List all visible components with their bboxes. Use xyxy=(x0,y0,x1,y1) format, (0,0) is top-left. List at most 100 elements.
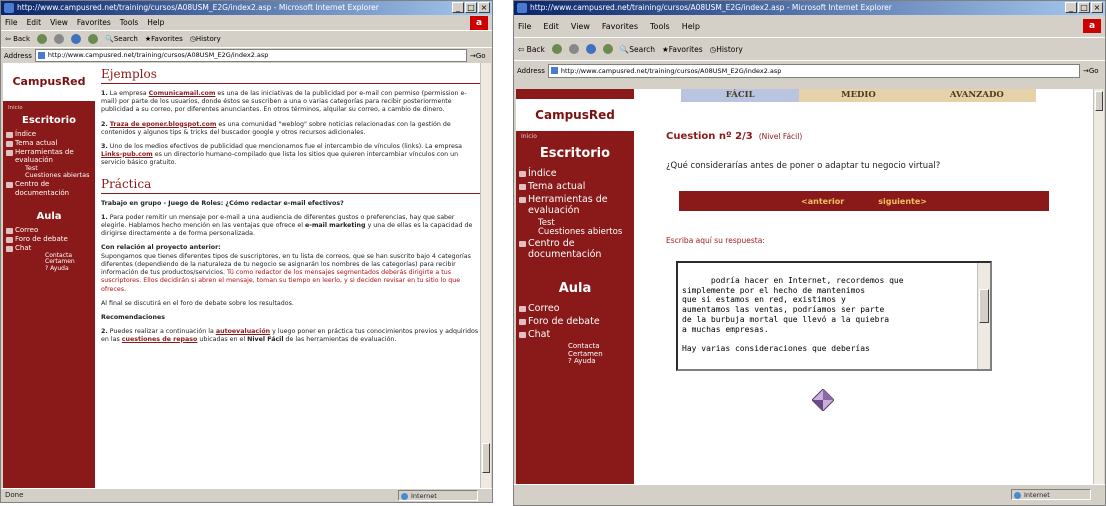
menu-tools[interactable]: Tools xyxy=(120,18,138,27)
menu-file[interactable]: File xyxy=(5,18,18,27)
ejemplo-3: 3. Uno de los medios efectivos de public… xyxy=(101,142,463,166)
left-sidebar: Inicio Escritorio Índice Tema actual Her… xyxy=(3,101,95,489)
sidebar-item-centro[interactable]: Centro de documentación xyxy=(3,180,95,197)
forward-icon[interactable] xyxy=(551,44,562,54)
recomendaciones-title: Recomendaciones xyxy=(101,313,165,321)
link-autoevaluacion[interactable]: autoevaluación xyxy=(216,328,270,335)
sidebar-item-chat[interactable]: Chat xyxy=(516,329,634,341)
stop-icon[interactable] xyxy=(54,34,65,44)
chat-icon xyxy=(6,245,13,252)
sidebar-item-cuestiones[interactable]: Cuestiones abiertas xyxy=(3,172,95,179)
menu-favorites[interactable]: Favorites xyxy=(602,22,638,31)
minimize-button[interactable]: _ xyxy=(1065,2,1077,13)
next-question-link[interactable]: siguiente> xyxy=(878,197,927,206)
trabajo-title: Trabajo en grupo - Juego de Roles: ¿Cómo… xyxy=(101,200,344,208)
menu-view[interactable]: View xyxy=(571,22,590,31)
sidebar-inicio[interactable]: Inicio xyxy=(3,101,95,111)
sidebar-item-tema[interactable]: Tema actual xyxy=(3,139,95,148)
sidebar-item-herramientas[interactable]: Herramientas de evaluación xyxy=(3,148,95,164)
right-scrollbar[interactable] xyxy=(1093,89,1104,484)
right-title-bar: http://www.campusred.net/training/cursos… xyxy=(514,1,1105,15)
link-comunicamail[interactable]: Comunicamail.com xyxy=(149,90,216,97)
answer-scroll-thumb[interactable] xyxy=(979,289,989,323)
campusred-logo[interactable]: CampusRed xyxy=(3,63,95,101)
question-level: (Nivel Fácil) xyxy=(758,132,803,141)
answer-text: podría hacer en Internet, recordemos que… xyxy=(682,275,904,353)
sidebar-item-cuestiones[interactable]: Cuestiones abiertos xyxy=(516,227,634,237)
favorites-button[interactable]: ★Favorites xyxy=(145,35,183,43)
forward-icon[interactable] xyxy=(37,34,48,44)
menu-help[interactable]: Help xyxy=(682,22,700,31)
maximize-button[interactable]: □ xyxy=(465,2,477,13)
sidebar-item-correo[interactable]: Correo xyxy=(3,226,95,234)
menu-edit[interactable]: Edit xyxy=(543,22,559,31)
menu-view[interactable]: View xyxy=(50,18,68,27)
menu-tools[interactable]: Tools xyxy=(650,22,670,31)
sidebar-item-indice[interactable]: Índice xyxy=(516,168,634,180)
right-sidebar: CampusRed Inicio Escritorio Índice Tema … xyxy=(516,89,634,484)
left-scrollbar[interactable] xyxy=(480,63,491,489)
search-button[interactable]: 🔍Search xyxy=(105,35,138,43)
link-blog[interactable]: Traza de eponer.blogspot.com xyxy=(110,121,217,128)
link-cuestiones-repaso[interactable]: cuestiones de repaso xyxy=(122,336,198,343)
address-input[interactable]: http://www.campusred.net/training/cursos… xyxy=(547,63,1080,78)
left-main-content: Ejemplos 1. La empresa Comunicamail.com … xyxy=(101,63,481,344)
close-button[interactable]: × xyxy=(1091,2,1103,13)
history-button[interactable]: ◷History xyxy=(710,45,743,54)
back-button[interactable]: ⇦ Back xyxy=(518,45,545,54)
menu-edit[interactable]: Edit xyxy=(27,18,42,27)
answer-textarea[interactable]: podría hacer en Internet, recordemos que… xyxy=(676,261,992,371)
chat-icon xyxy=(519,332,526,339)
sidebar-item-centro[interactable]: Centro de documentación xyxy=(516,238,634,261)
stop-icon[interactable] xyxy=(568,44,579,54)
sidebar-item-chat[interactable]: Chat xyxy=(3,244,95,252)
campusred-logo[interactable]: CampusRed xyxy=(516,99,634,131)
search-button[interactable]: 🔍Search xyxy=(620,45,655,54)
status-text: Done xyxy=(5,491,24,499)
menu-favorites[interactable]: Favorites xyxy=(77,18,111,27)
ie-icon xyxy=(4,3,14,13)
refresh-icon[interactable] xyxy=(71,34,82,44)
left-scroll-thumb[interactable] xyxy=(482,443,490,473)
history-button[interactable]: ◷History xyxy=(190,35,221,43)
address-input[interactable]: http://www.campusred.net/training/cursos… xyxy=(34,49,467,62)
maximize-button[interactable]: □ xyxy=(1078,2,1090,13)
sidebar-escritorio: Escritorio xyxy=(22,115,76,126)
left-window-title: http://www.campusred.net/training/cursos… xyxy=(17,3,379,12)
sidebar-item-ayuda[interactable]: ? Ayuda xyxy=(3,265,95,273)
answer-label: Escriba aquí su respuesta: xyxy=(666,236,765,245)
tab-medio[interactable]: MEDIO xyxy=(799,89,917,102)
favorites-button[interactable]: ★Favorites xyxy=(662,45,703,54)
back-button[interactable]: ⇦ Back xyxy=(5,35,30,43)
sidebar-item-foro[interactable]: Foro de debate xyxy=(3,235,95,243)
sidebar-item-ayuda[interactable]: ? Ayuda xyxy=(516,358,634,366)
sidebar-item-indice[interactable]: Índice xyxy=(3,130,95,138)
left-page-content: CampusRed Inicio Escritorio Índice Tema … xyxy=(3,63,481,489)
sidebar-item-herramientas[interactable]: Herramientas de evaluación xyxy=(516,194,634,217)
tab-facil[interactable]: FÁCIL xyxy=(681,89,800,102)
answer-scrollbar[interactable] xyxy=(977,263,990,369)
prev-question-link[interactable]: <anterior xyxy=(801,197,844,206)
sidebar-escritorio: Escritorio xyxy=(539,146,611,161)
sidebar-aula: Aula xyxy=(558,281,592,297)
go-button[interactable]: →Go xyxy=(470,52,492,60)
sidebar-item-foro[interactable]: Foro de debate xyxy=(516,316,634,328)
index-icon xyxy=(519,171,526,177)
close-button[interactable]: × xyxy=(478,2,490,13)
go-button[interactable]: →Go xyxy=(1083,67,1105,75)
sidebar-item-correo[interactable]: Correo xyxy=(516,303,634,315)
menu-file[interactable]: File xyxy=(518,22,531,31)
relacion-title: Con relación al proyecto anterior: xyxy=(101,244,221,252)
minimize-button[interactable]: _ xyxy=(452,2,464,13)
sidebar-inicio[interactable]: Inicio xyxy=(516,133,634,140)
tab-avanzado[interactable]: AVANZADO xyxy=(918,89,1036,102)
home-icon[interactable] xyxy=(88,34,99,44)
menu-help[interactable]: Help xyxy=(147,18,164,27)
link-linkspub[interactable]: Links-pub.com xyxy=(101,151,153,158)
refresh-icon[interactable] xyxy=(585,44,596,54)
sidebar-item-tema[interactable]: Tema actual xyxy=(516,181,634,193)
right-scroll-thumb[interactable] xyxy=(1095,91,1103,111)
right-page-content: CampusRed Inicio Escritorio Índice Tema … xyxy=(516,89,1094,484)
submit-diamond-icon[interactable] xyxy=(812,389,834,411)
home-icon[interactable] xyxy=(602,44,613,54)
